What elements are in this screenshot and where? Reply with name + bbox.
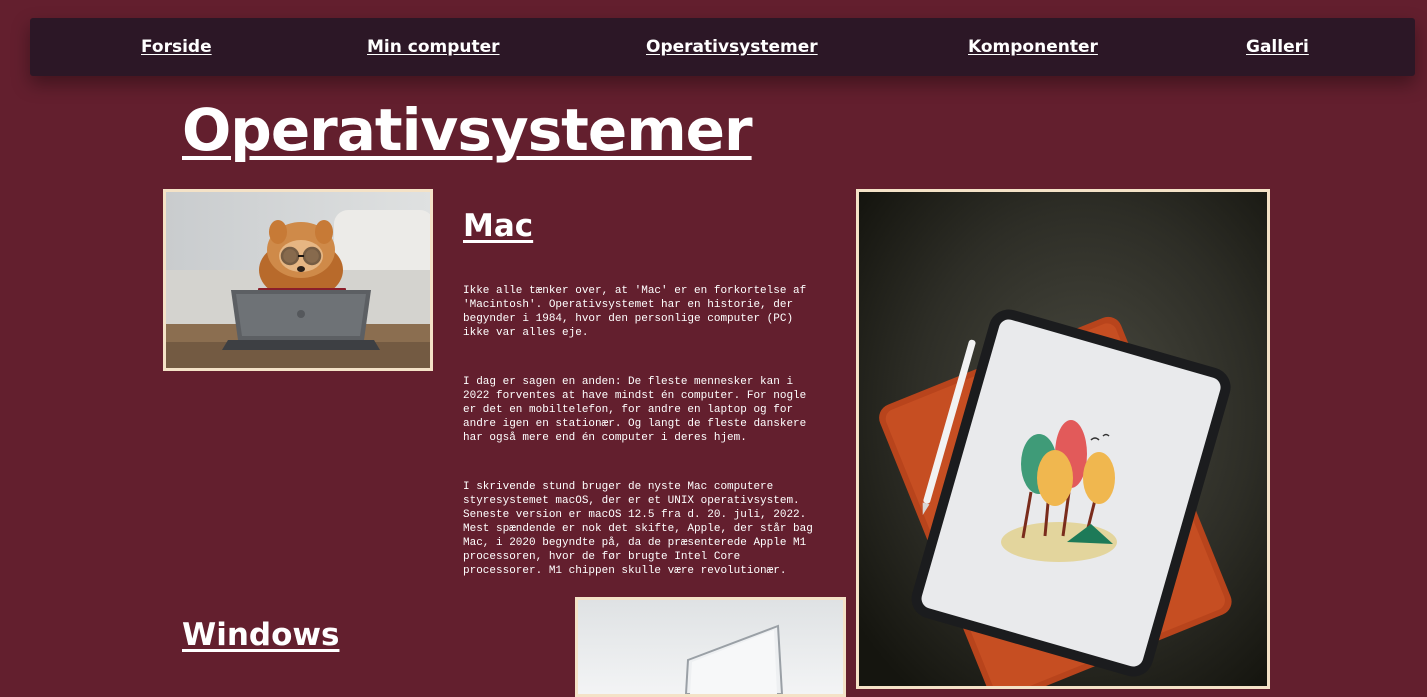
nav-link-komponenter[interactable]: Komponenter	[968, 37, 1098, 57]
nav-link-min-computer[interactable]: Min computer	[367, 37, 500, 57]
main-navbar: Forside Min computer Operativsystemer Ko…	[30, 18, 1415, 76]
ipad-illustration	[859, 192, 1267, 686]
ipad-drawing-photo	[856, 189, 1270, 689]
nav-link-galleri[interactable]: Galleri	[1246, 37, 1309, 57]
nav-link-forside[interactable]: Forside	[141, 37, 212, 57]
mac-paragraph-1: Ikke alle tænker over, at 'Mac' er en fo…	[463, 285, 807, 339]
mac-heading: Mac	[463, 208, 534, 244]
nav-link-operativsystemer[interactable]: Operativsystemer	[646, 37, 818, 57]
mac-paragraph-3: I skrivende stund bruger de nyste Mac co…	[463, 481, 813, 577]
page-title: Operativsystemer	[182, 96, 753, 164]
dog-with-tablet-photo	[163, 189, 433, 371]
windows-laptop-photo	[575, 597, 846, 697]
dog-with-tablet-illustration	[166, 192, 430, 368]
windows-heading: Windows	[182, 617, 340, 653]
laptop-illustration	[578, 600, 843, 694]
mac-paragraph-2: I dag er sagen en anden: De fleste menne…	[463, 376, 807, 444]
